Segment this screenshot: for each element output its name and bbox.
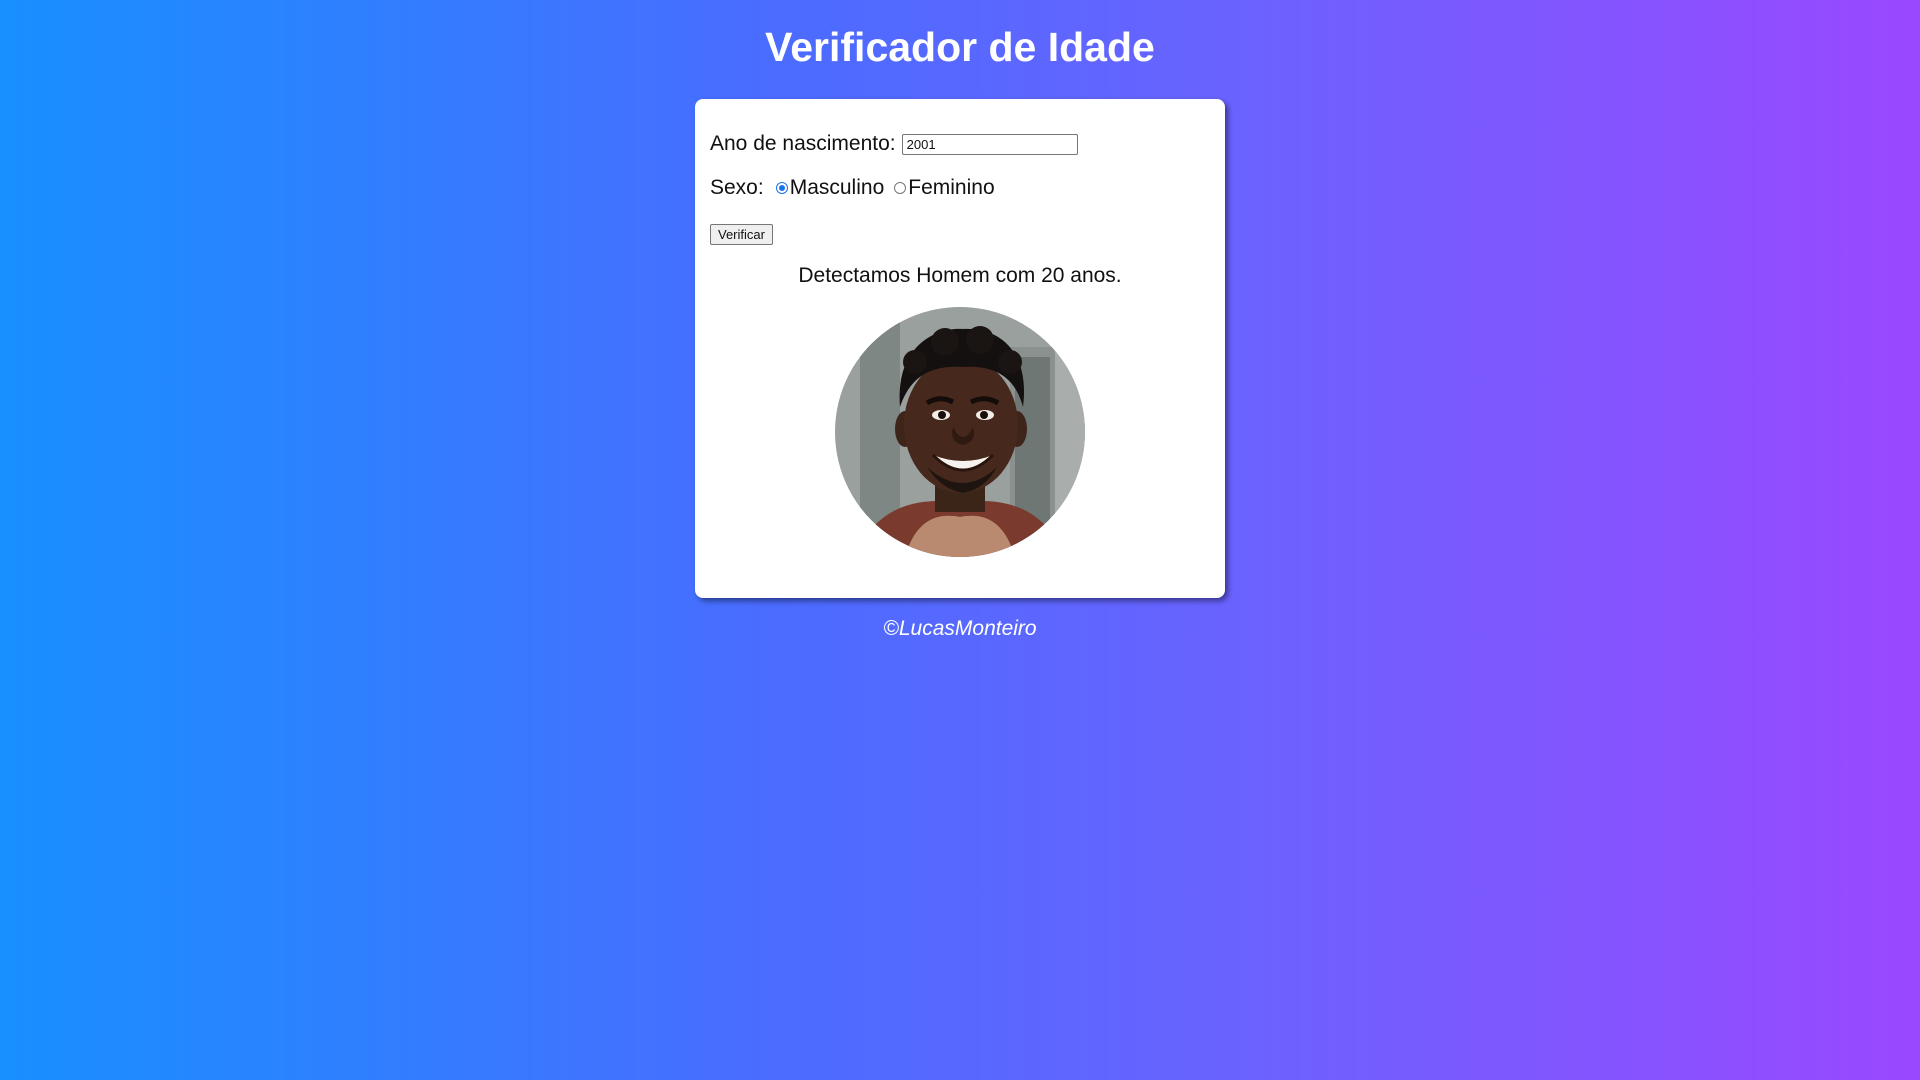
radio-feminino[interactable] bbox=[894, 182, 907, 194]
birth-year-input[interactable] bbox=[901, 133, 1078, 155]
radio-label-feminino[interactable]: Feminino bbox=[908, 176, 994, 200]
result-photo bbox=[835, 307, 1085, 557]
birth-year-label: Ano de nascimento: bbox=[710, 132, 896, 155]
result-text: Detectamos Homem com 20 anos. bbox=[798, 264, 1122, 287]
portrait-image bbox=[835, 307, 1085, 557]
radio-masculino[interactable] bbox=[775, 182, 788, 194]
footer-copyright: ©LucasMonteiro bbox=[883, 617, 1037, 640]
sex-label: Sexo: bbox=[710, 176, 764, 199]
sex-row: Sexo: Masculino Feminino bbox=[710, 176, 1005, 200]
verifier-card: Ano de nascimento: Sexo: Masculino Femin… bbox=[695, 99, 1225, 598]
birth-year-row: Ano de nascimento: bbox=[710, 132, 1078, 156]
radio-label-masculino[interactable]: Masculino bbox=[790, 176, 885, 200]
page-title: Verificador de Idade bbox=[765, 24, 1155, 70]
verify-button[interactable]: Verificar bbox=[710, 224, 773, 245]
